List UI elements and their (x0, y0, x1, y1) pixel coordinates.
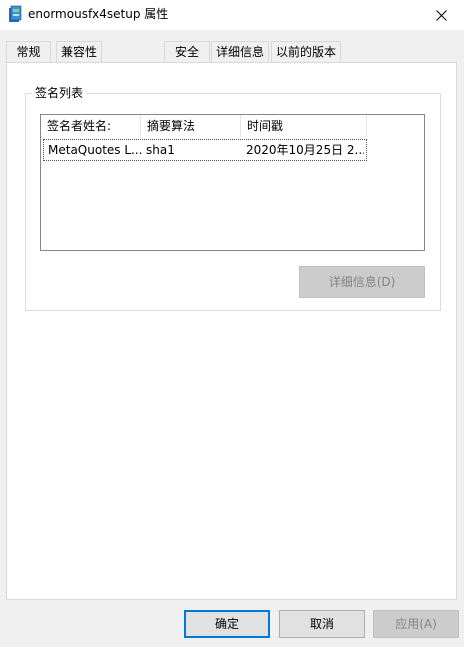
tab-strip: 常规 兼容性 安全 详细信息 以前的版本 (0, 30, 464, 64)
close-icon (435, 9, 447, 21)
digest-algorithm-cell: sha1 (146, 143, 175, 157)
cancel-button[interactable]: 取消 (279, 610, 365, 638)
column-header-digest[interactable]: 摘要算法 (141, 115, 241, 137)
column-header-signer[interactable]: 签名者姓名: (41, 115, 141, 137)
tab-page: 签名列表 签名者姓名: 摘要算法 时间戳 MetaQuotes L... sha… (6, 62, 457, 600)
table-row[interactable]: MetaQuotes L... sha1 2020年10月25日 2... (43, 139, 367, 161)
tab-general[interactable]: 常规 (6, 41, 51, 62)
signature-list[interactable]: 签名者姓名: 摘要算法 时间戳 MetaQuotes L... sha1 202… (40, 114, 425, 251)
window-title: enormousfx4setup 属性 (28, 7, 169, 21)
title-bar: enormousfx4setup 属性 (0, 0, 464, 30)
close-button[interactable] (418, 0, 464, 30)
tab-previous-versions[interactable]: 以前的版本 (271, 41, 341, 62)
ok-button[interactable]: 确定 (184, 610, 270, 638)
signer-name-cell: MetaQuotes L... (48, 143, 142, 157)
group-label: 签名列表 (32, 85, 87, 101)
details-button[interactable]: 详细信息(D) (299, 266, 425, 298)
apply-button[interactable]: 应用(A) (373, 610, 459, 638)
column-header-timestamp[interactable]: 时间戳 (241, 115, 367, 137)
timestamp-cell: 2020年10月25日 2... (246, 143, 364, 157)
tab-security[interactable]: 安全 (164, 41, 210, 62)
installer-icon (9, 5, 22, 22)
tab-compatibility[interactable]: 兼容性 (56, 41, 102, 62)
column-header-filler (367, 115, 424, 137)
signature-list-group: 签名列表 签名者姓名: 摘要算法 时间戳 MetaQuotes L... sha… (25, 85, 441, 311)
list-header: 签名者姓名: 摘要算法 时间戳 (41, 115, 424, 137)
tab-details[interactable]: 详细信息 (211, 41, 269, 62)
